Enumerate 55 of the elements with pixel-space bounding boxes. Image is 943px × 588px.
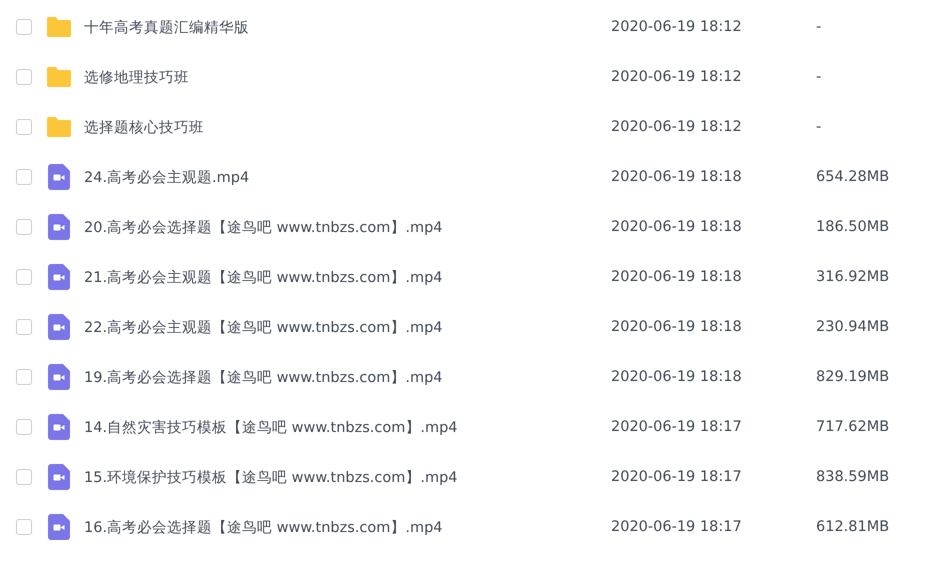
folder-icon	[47, 17, 71, 37]
file-name[interactable]: 选修地理技巧班	[84, 68, 611, 86]
video-file-icon	[48, 314, 70, 340]
video-file-icon	[48, 414, 70, 440]
file-name[interactable]: 19.高考必会选择题【途鸟吧 www.tnbzs.com】.mp4	[84, 368, 611, 386]
file-size: 186.50MB	[816, 219, 890, 235]
file-size: 654.28MB	[816, 169, 890, 185]
file-name[interactable]: 16.高考必会选择题【途鸟吧 www.tnbzs.com】.mp4	[84, 518, 611, 536]
file-size: -	[816, 69, 822, 85]
file-name[interactable]: 15.环境保护技巧模板【途鸟吧 www.tnbzs.com】.mp4	[84, 468, 611, 486]
modified-time: 2020-06-19 18:18	[611, 219, 743, 235]
modified-time: 2020-06-19 18:18	[611, 269, 743, 285]
file-name[interactable]: 20.高考必会选择题【途鸟吧 www.tnbzs.com】.mp4	[84, 218, 611, 236]
modified-time: 2020-06-19 18:17	[611, 519, 743, 535]
modified-time: 2020-06-19 18:12	[611, 69, 743, 85]
checkbox[interactable]	[16, 19, 32, 35]
file-size: 612.81MB	[816, 519, 890, 535]
checkbox[interactable]	[16, 319, 32, 335]
file-name[interactable]: 22.高考必会主观题【途鸟吧 www.tnbzs.com】.mp4	[84, 318, 611, 336]
modified-time: 2020-06-19 18:12	[611, 119, 743, 135]
modified-time: 2020-06-19 18:18	[611, 369, 743, 385]
folder-icon	[47, 117, 71, 137]
checkbox[interactable]	[16, 519, 32, 535]
file-size: 829.19MB	[816, 369, 890, 385]
checkbox[interactable]	[16, 169, 32, 185]
file-name[interactable]: 十年高考真题汇编精华版	[84, 18, 611, 36]
file-size: 838.59MB	[816, 469, 890, 485]
modified-time: 2020-06-19 18:17	[611, 469, 743, 485]
file-name[interactable]: 21.高考必会主观题【途鸟吧 www.tnbzs.com】.mp4	[84, 268, 611, 286]
file-name[interactable]: 24.高考必会主观题.mp4	[84, 168, 611, 186]
video-file-icon	[48, 164, 70, 190]
checkbox[interactable]	[16, 369, 32, 385]
video-file-icon	[48, 214, 70, 240]
checkbox[interactable]	[16, 69, 32, 85]
modified-time: 2020-06-19 18:12	[611, 19, 743, 35]
folder-icon	[47, 67, 71, 87]
file-name[interactable]: 选择题核心技巧班	[84, 118, 611, 136]
checkbox[interactable]	[16, 219, 32, 235]
video-file-icon	[48, 464, 70, 490]
video-file-icon	[48, 364, 70, 390]
file-size: 717.62MB	[816, 419, 890, 435]
file-size: 316.92MB	[816, 269, 890, 285]
file-size: 230.94MB	[816, 319, 890, 335]
file-size: -	[816, 119, 822, 135]
file-name[interactable]: 14.自然灾害技巧模板【途鸟吧 www.tnbzs.com】.mp4	[84, 418, 611, 436]
checkbox[interactable]	[16, 269, 32, 285]
file-size: -	[816, 19, 822, 35]
checkbox[interactable]	[16, 469, 32, 485]
modified-time: 2020-06-19 18:18	[611, 169, 743, 185]
video-file-icon	[48, 514, 70, 540]
modified-time: 2020-06-19 18:18	[611, 319, 743, 335]
checkbox[interactable]	[16, 119, 32, 135]
checkbox[interactable]	[16, 419, 32, 435]
modified-time: 2020-06-19 18:17	[611, 419, 743, 435]
video-file-icon	[48, 264, 70, 290]
